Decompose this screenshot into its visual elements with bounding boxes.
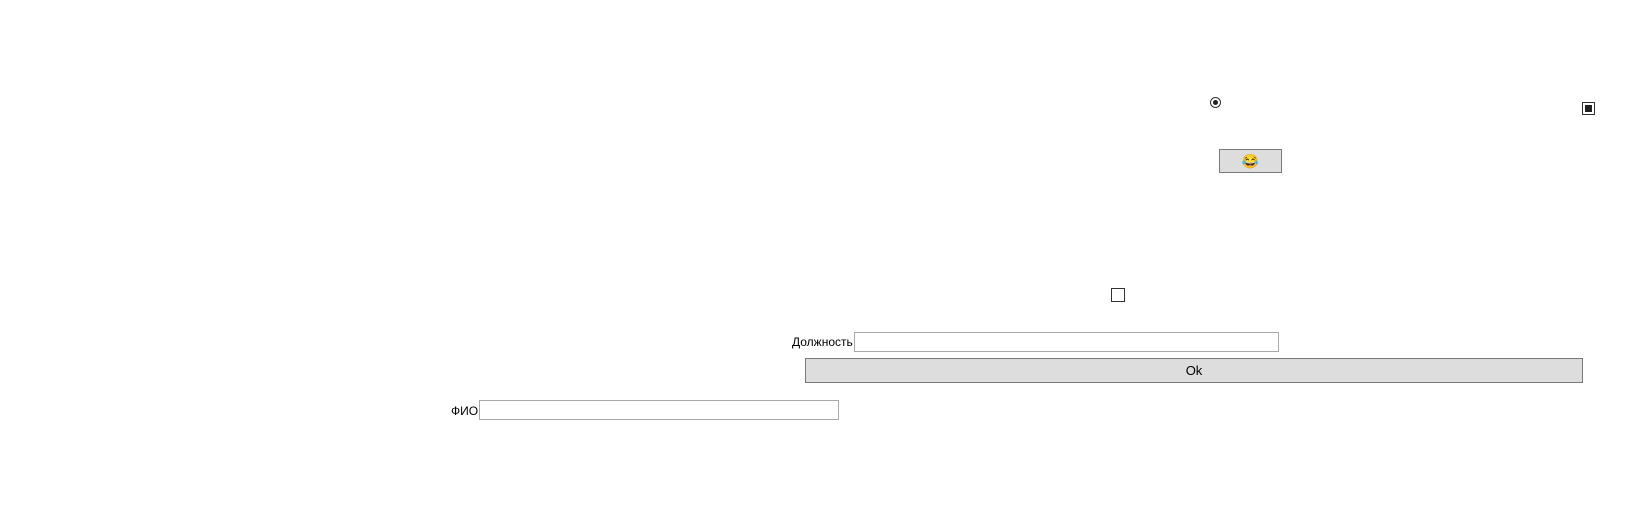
checkbox-checked[interactable] <box>1582 102 1595 115</box>
fio-label: ФИО <box>451 404 479 418</box>
ok-button[interactable]: Ok <box>805 358 1583 383</box>
position-input[interactable] <box>854 332 1279 352</box>
emoji-button[interactable]: 😂 <box>1219 149 1282 173</box>
checkbox-unchecked[interactable] <box>1111 288 1125 302</box>
laughing-emoji-icon: 😂 <box>1241 153 1260 169</box>
ok-button-label: Ok <box>1185 363 1203 378</box>
radio-selected-dot <box>1213 100 1218 105</box>
fio-input[interactable] <box>479 400 839 420</box>
checkbox-check-mark <box>1585 105 1592 112</box>
radio-button[interactable] <box>1210 97 1221 108</box>
position-label: Должность <box>792 335 853 349</box>
